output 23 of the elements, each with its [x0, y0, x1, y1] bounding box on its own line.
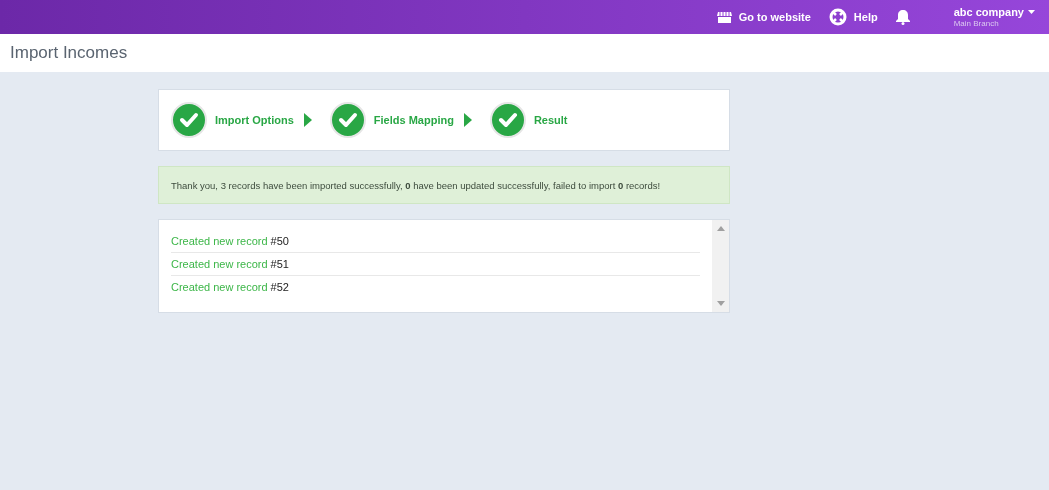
record-number: #51	[270, 258, 289, 270]
help-link[interactable]: Help	[828, 8, 878, 26]
arrow-icon	[303, 113, 312, 127]
record-number: #52	[270, 281, 289, 293]
step-label: Import Options	[215, 114, 294, 126]
caret-icon	[1028, 10, 1035, 14]
alert-message: Thank you, 3 records have been imported successfully, 0 have been updated successfully, failed to import 0 records!	[171, 179, 661, 191]
scroll-up-icon[interactable]	[716, 226, 725, 231]
scrollbar[interactable]	[712, 220, 729, 312]
step-label: Result	[533, 114, 568, 126]
record-number: #50	[270, 235, 289, 247]
company-menu[interactable]: abc company Main Branch	[953, 6, 1035, 28]
bell-icon[interactable]	[895, 9, 910, 25]
go-to-website-link[interactable]: Go to website	[716, 10, 811, 24]
step-label: Fields Mapping	[373, 114, 454, 126]
page-title: Import Incomes	[10, 43, 128, 63]
log-status: Created new record	[171, 281, 268, 293]
log-status: Created new record	[171, 258, 268, 270]
lifebuoy-icon	[828, 8, 847, 26]
store-icon	[716, 10, 732, 24]
scroll-down-icon[interactable]	[716, 301, 725, 306]
arrow-icon	[463, 113, 472, 127]
log-status: Created new record	[171, 235, 268, 247]
